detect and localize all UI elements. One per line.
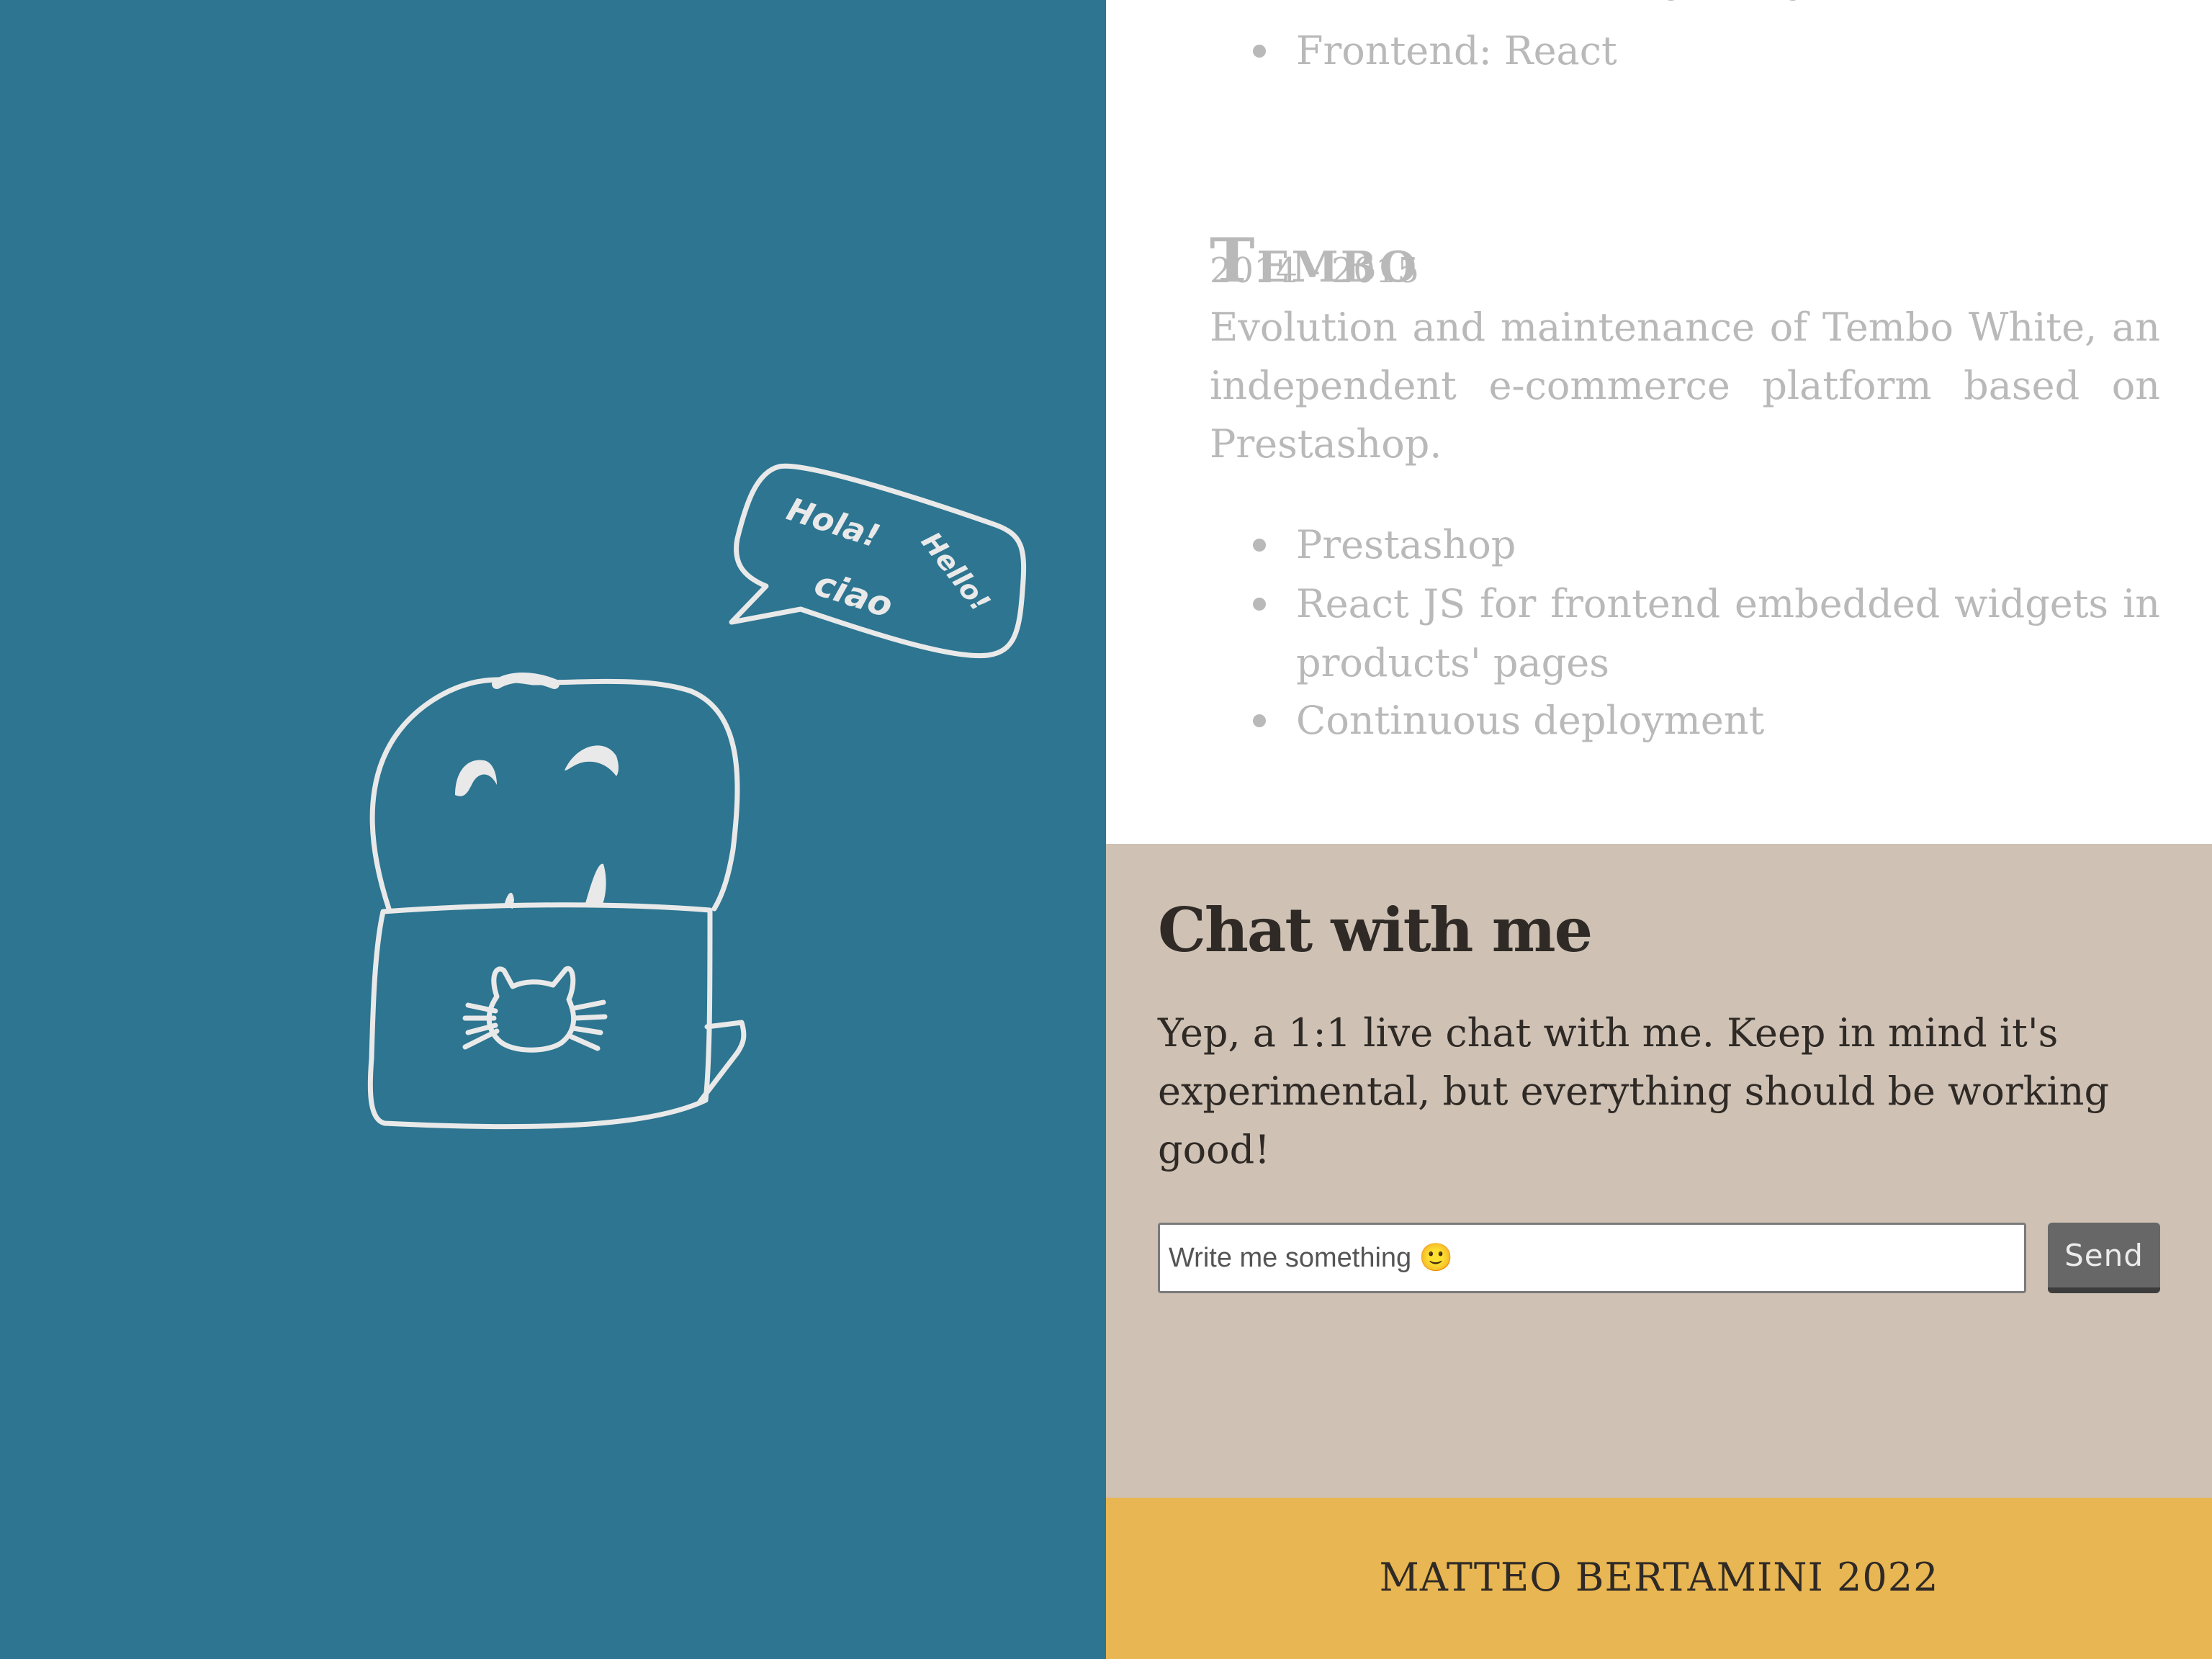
list-item-text: Frontend: React bbox=[1296, 28, 1617, 73]
monster-tooth-left bbox=[504, 892, 514, 909]
content-panel: Backend: PHP 7, Symfony framework Fronte… bbox=[1106, 0, 2212, 1659]
monster-right-eye bbox=[565, 745, 619, 776]
bullet-dot bbox=[1253, 45, 1266, 58]
job-dates: 2014 - 2015 bbox=[1210, 251, 1420, 291]
footer-copyright: MATTEO BERTAMINI 2022 bbox=[1379, 1555, 1939, 1600]
footer: MATTEO BERTAMINI 2022 bbox=[1106, 1498, 2212, 1659]
list-item-text: Prestashop bbox=[1296, 522, 1516, 567]
bullet-dot bbox=[1253, 539, 1266, 552]
job-description: Evolution and maintenance of Tembo White… bbox=[1210, 305, 2160, 467]
resume-section: Backend: PHP 7, Symfony framework Fronte… bbox=[1106, 0, 2212, 844]
bullet-dot bbox=[1253, 714, 1266, 727]
speech-bubble bbox=[729, 463, 1027, 659]
send-button[interactable]: Send bbox=[2048, 1223, 2160, 1293]
bullet-dot bbox=[1253, 598, 1266, 611]
chat-message-input[interactable] bbox=[1158, 1223, 2026, 1293]
chat-description: Yep, a 1:1 live chat with me. Keep in mi… bbox=[1158, 1010, 2110, 1172]
monster-laptop-illustration: Hola! Hello! ciao bbox=[367, 463, 1027, 1130]
list-item-text: Continuous deployment bbox=[1296, 698, 1765, 743]
chat-section: Chat with me Yep, a 1:1 live chat with m… bbox=[1106, 844, 2212, 1498]
chat-form: Send bbox=[1158, 1223, 2183, 1295]
illustration-panel: Hola! Hello! ciao bbox=[0, 0, 1106, 1659]
list-item-text: React JS for frontend embedded widgets i… bbox=[1296, 581, 2160, 685]
speech-word-hello: Hello! bbox=[915, 526, 997, 617]
cat-logo bbox=[486, 966, 577, 1053]
monster-head bbox=[369, 677, 740, 912]
chat-title: Chat with me bbox=[1158, 894, 1593, 966]
speech-word-hola: Hola! bbox=[783, 491, 884, 555]
monster-tooth-right bbox=[585, 863, 606, 906]
monster-left-eye bbox=[455, 760, 497, 796]
laptop bbox=[367, 902, 713, 1130]
list-item-text: Backend: PHP 7, Symfony framework bbox=[1296, 0, 2160, 9]
